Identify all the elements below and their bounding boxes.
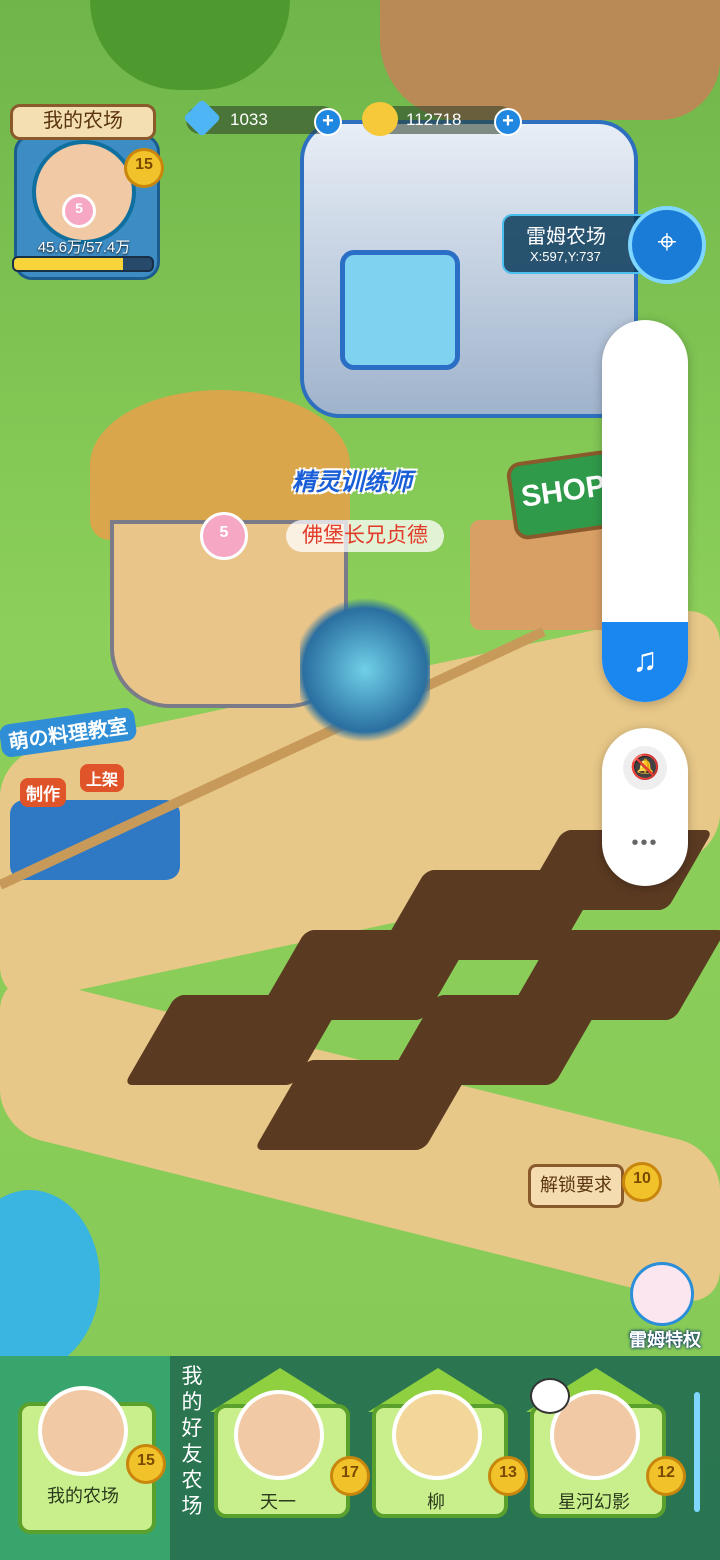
friends-heading: 我 的 好 友 农 场 — [180, 1364, 204, 1520]
unlock-requirement-sign[interactable]: 解锁要求 — [528, 1164, 624, 1208]
profile-level-badge: 15 — [124, 148, 164, 188]
cooking-list-badge[interactable]: 上架 — [80, 764, 125, 792]
player-name[interactable]: 佛堡长兄贞德 — [286, 520, 444, 552]
pet-icon — [630, 1262, 694, 1326]
friend-avatar — [234, 1390, 324, 1480]
unlock-level-badge: 10 — [622, 1162, 662, 1202]
avatar[interactable] — [32, 140, 136, 244]
friend-name: 星河幻影 — [558, 1492, 630, 1512]
cat-coin-icon — [362, 102, 398, 136]
quick-settings-panel: 🔕 ••• — [602, 728, 688, 886]
my-farm-label: 我的农场 — [47, 1486, 119, 1506]
my-farm-level-badge: 15 — [126, 1444, 166, 1484]
map-button[interactable]: ⌖ — [628, 206, 706, 284]
vip-label: 雷姆特权 — [629, 1330, 701, 1350]
map-pin-icon: ⌖ — [657, 223, 677, 261]
experience-bar — [12, 256, 154, 272]
volume-slider[interactable]: ♫ — [602, 320, 688, 702]
heading-char: 场 — [181, 1495, 203, 1518]
heading-char: 农 — [181, 1469, 203, 1492]
pet-level-badge: 5 — [62, 194, 96, 228]
player-pet-badge: 5 — [200, 512, 248, 560]
friends-scrollbar[interactable] — [694, 1392, 700, 1512]
heading-char: 我 — [181, 1365, 203, 1388]
glove-hand-icon — [530, 1378, 570, 1414]
friend-name: 天一 — [260, 1492, 296, 1512]
experience-text: 45.6万/57.4万 — [37, 239, 131, 256]
experience-fill — [14, 258, 124, 270]
heading-char: 好 — [181, 1417, 203, 1440]
my-farm-avatar — [38, 1386, 128, 1476]
add-coins-button[interactable]: + — [494, 108, 522, 136]
lab-window — [340, 250, 460, 370]
player-character[interactable] — [300, 590, 430, 750]
player-title: 精灵训练师 — [292, 469, 412, 496]
add-diamonds-button[interactable]: + — [314, 108, 342, 136]
my-farm-tag: 我的农场 — [10, 104, 156, 140]
heading-char: 友 — [181, 1443, 203, 1466]
cliff-rocks — [380, 0, 720, 120]
coin-value: 112718 — [406, 110, 462, 129]
music-note-icon: ♫ — [632, 641, 658, 679]
friend-name: 柳 — [427, 1492, 445, 1512]
bell-off-icon[interactable]: 🔕 — [623, 746, 667, 790]
vip-privilege-button[interactable]: 雷姆特权 — [620, 1262, 710, 1352]
diamond-value: 1033 — [230, 110, 268, 129]
cooking-make-badge[interactable]: 制作 — [20, 778, 66, 807]
heading-char: 的 — [181, 1391, 203, 1414]
more-options-button[interactable]: ••• — [602, 832, 688, 855]
friend-avatar — [392, 1390, 482, 1480]
